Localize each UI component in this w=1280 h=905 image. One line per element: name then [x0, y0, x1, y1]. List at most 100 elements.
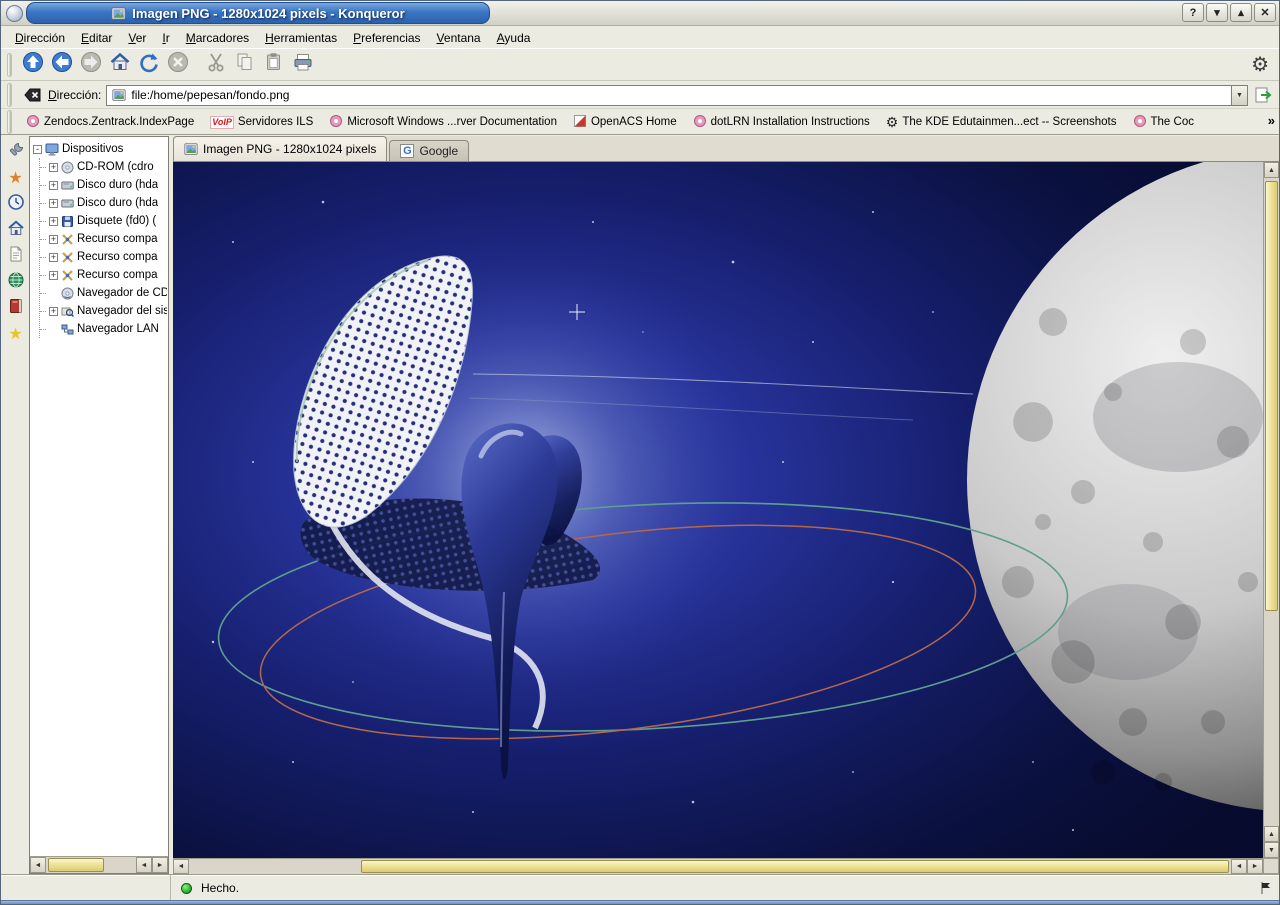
location-label: Dirección:	[48, 88, 101, 102]
image-mime-icon	[112, 88, 126, 102]
scroll-left-button[interactable]: ◄	[1231, 859, 1247, 874]
sidebar-documents-button[interactable]	[5, 246, 26, 267]
maximize-button[interactable]: ▴	[1230, 3, 1252, 22]
tree-root-dispositivos[interactable]: - Dispositivos	[33, 140, 167, 158]
scroll-left-button[interactable]: ◄	[136, 857, 152, 873]
tree-item-floppy[interactable]: + Disquete (fd0) (	[40, 212, 167, 230]
clear-location-button[interactable]	[23, 85, 43, 105]
scroll-thumb[interactable]	[48, 858, 104, 872]
menu-ventana[interactable]: Ventana	[429, 29, 489, 47]
status-led-icon	[181, 883, 192, 894]
tree-item-cd-browser[interactable]: Navegador de CD	[40, 284, 167, 302]
expander-icon[interactable]: -	[33, 145, 42, 154]
kde-gear-icon: ⚙	[886, 115, 899, 129]
expander-icon[interactable]: +	[49, 199, 58, 208]
tree-item-share1[interactable]: + Recurso compa	[40, 230, 167, 248]
location-combobox: file:/home/pepesan/fondo.png ▼	[106, 85, 1248, 106]
menu-ir[interactable]: Ir	[154, 29, 177, 47]
bookmark-the-coc[interactable]: The Coc	[1125, 114, 1202, 131]
menu-herramientas[interactable]: Herramientas	[257, 29, 345, 47]
tree-item-share2[interactable]: + Recurso compa	[40, 248, 167, 266]
sidebar-services-button[interactable]: ★	[5, 324, 26, 345]
expander-icon[interactable]: +	[49, 307, 58, 316]
kde-gear-logo-icon[interactable]: ⚙	[1251, 55, 1269, 75]
scroll-right-button[interactable]: ►	[152, 857, 168, 873]
tree-item-lan-browser[interactable]: Navegador LAN	[40, 320, 167, 338]
voip-logo-icon: VoIP	[210, 116, 234, 129]
sidebar-history-button[interactable]	[5, 194, 26, 215]
image-viewport[interactable]	[173, 162, 1263, 858]
bookmark-zendocs[interactable]: Zendocs.Zentrack.IndexPage	[18, 114, 202, 131]
bookmarks-overflow-chevron[interactable]: »	[1268, 113, 1275, 128]
expander-icon[interactable]: +	[49, 253, 58, 262]
menu-ayuda[interactable]: Ayuda	[489, 29, 539, 47]
cut-button[interactable]	[201, 50, 230, 79]
lan-browser-icon	[61, 323, 74, 336]
bookmark-servidores-ils[interactable]: VoIP Servidores ILS	[202, 116, 321, 129]
scroll-up-button[interactable]: ▲	[1264, 826, 1279, 842]
sidebar-config-button[interactable]	[5, 142, 26, 163]
location-input[interactable]: file:/home/pepesan/fondo.png	[106, 85, 1231, 106]
up-button[interactable]	[18, 50, 47, 79]
tab-google[interactable]: G Google	[389, 140, 469, 161]
sidebar-home-button[interactable]	[5, 220, 26, 241]
go-button[interactable]	[1253, 85, 1273, 105]
scroll-thumb[interactable]	[1265, 181, 1278, 611]
expander-icon[interactable]: +	[49, 217, 58, 226]
scroll-track[interactable]	[189, 859, 1231, 874]
scroll-left-button[interactable]: ◄	[173, 859, 189, 874]
bookmark-openacs[interactable]: OpenACS Home	[565, 114, 685, 131]
tree-item-system-browser[interactable]: + Navegador del sis	[40, 302, 167, 320]
statusbar-flag-icon[interactable]	[1259, 881, 1273, 895]
tree-children: + CD-ROM (cdro + Disco duro (hda +	[39, 158, 167, 338]
print-button[interactable]	[288, 50, 317, 79]
tree-item-hdd1[interactable]: + Disco duro (hda	[40, 176, 167, 194]
tree-item-cdrom[interactable]: + CD-ROM (cdro	[40, 158, 167, 176]
scroll-track[interactable]	[46, 857, 136, 873]
bookmark-dotlrn[interactable]: dotLRN Installation Instructions	[685, 114, 878, 131]
expander-icon[interactable]: +	[49, 271, 58, 280]
menu-ver[interactable]: Ver	[120, 29, 154, 47]
menu-editar[interactable]: Editar	[73, 29, 120, 47]
bookmarksbar-grip[interactable]	[7, 110, 12, 134]
reload-button[interactable]	[134, 50, 163, 79]
location-dropdown-button[interactable]: ▼	[1231, 85, 1248, 106]
paste-button[interactable]	[259, 50, 288, 79]
sidebar-root-button[interactable]	[5, 298, 26, 319]
locationbar-grip[interactable]	[7, 83, 12, 107]
stop-button[interactable]	[163, 50, 192, 79]
expander-icon[interactable]: +	[49, 181, 58, 190]
tab-imagen-png[interactable]: Imagen PNG - 1280x1024 pixels	[173, 136, 387, 161]
tree-item-hdd2[interactable]: + Disco duro (hda	[40, 194, 167, 212]
caption[interactable]: Imagen PNG - 1280x1024 pixels - Konquero…	[26, 2, 490, 24]
home-button[interactable]	[105, 50, 134, 79]
services-star-icon: ★	[8, 327, 22, 343]
sidebar-network-button[interactable]	[5, 272, 26, 293]
window-menu-button[interactable]	[6, 5, 23, 22]
menu-preferencias[interactable]: Preferencias	[345, 29, 428, 47]
scroll-down-button[interactable]: ▼	[1264, 842, 1279, 858]
scroll-thumb[interactable]	[361, 860, 1229, 873]
image-mime-icon	[111, 6, 126, 21]
minimize-button[interactable]: ▾	[1206, 3, 1228, 22]
bookmark-kde-edutainment[interactable]: ⚙ The KDE Edutainmen...ect -- Screenshot…	[878, 115, 1125, 129]
copy-button[interactable]	[230, 50, 259, 79]
forward-button[interactable]	[76, 50, 105, 79]
scroll-right-button[interactable]: ►	[1247, 859, 1263, 874]
scroll-track[interactable]	[1264, 178, 1279, 826]
sidebar-bookmarks-button[interactable]: ★	[5, 168, 26, 189]
scroll-up-button[interactable]: ▲	[1264, 162, 1279, 178]
help-button[interactable]: ?	[1182, 3, 1204, 22]
menu-marcadores[interactable]: Marcadores	[178, 29, 257, 47]
menu-direccion[interactable]: Dirección	[7, 29, 73, 47]
scroll-left-button[interactable]: ◄	[30, 857, 46, 873]
tree-item-share3[interactable]: + Recurso compa	[40, 266, 167, 284]
expander-icon[interactable]: +	[49, 235, 58, 244]
statusbar-left-section	[1, 875, 171, 901]
toolbar-grip[interactable]	[7, 53, 12, 77]
close-button[interactable]: ✕	[1254, 3, 1276, 22]
location-toolbar: Dirección: file:/home/pepesan/fondo.png …	[1, 82, 1279, 109]
expander-icon[interactable]: +	[49, 163, 58, 172]
bookmark-microsoft[interactable]: Microsoft Windows ...rver Documentation	[321, 114, 565, 131]
back-button[interactable]	[47, 50, 76, 79]
